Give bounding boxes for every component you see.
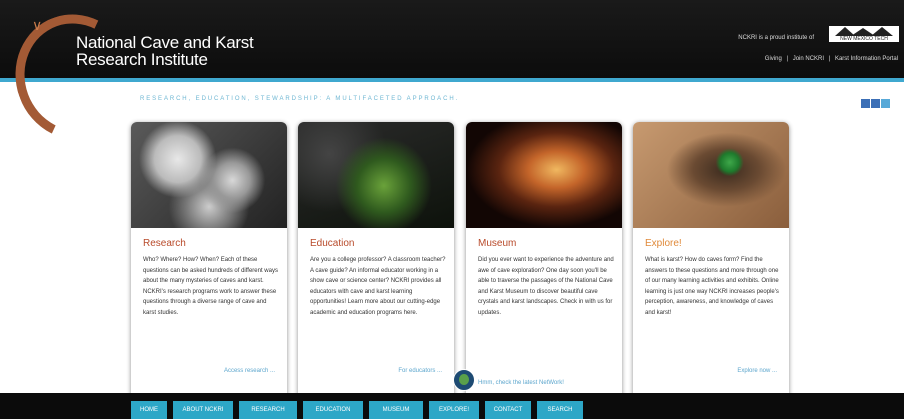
linkedin-icon[interactable]	[871, 99, 880, 108]
nav-about[interactable]: ABOUT NCKRI	[173, 401, 233, 419]
tagline: RESEARCH, EDUCATION, STEWARDSHIP: A MULT…	[140, 96, 460, 102]
join-nckri-link[interactable]: Join NCKRI	[793, 56, 824, 62]
site-title-line2: Research Institute	[76, 50, 208, 69]
link-separator: |	[828, 56, 831, 62]
museum-more-link[interactable]: Hmm, check the latest NetWork!	[478, 380, 564, 386]
card-more-link[interactable]: Explore now ...	[737, 368, 777, 374]
card-text: Are you a college professor? A classroom…	[310, 257, 446, 316]
partner-text: NCKRI is a proud institute of	[738, 35, 814, 41]
nckri-logo-mark-icon: ∨	[32, 18, 43, 34]
nav-museum[interactable]: MUSEUM	[369, 401, 423, 419]
nav-search[interactable]: SEARCH	[537, 401, 583, 419]
nav-explore[interactable]: EXPLORE!	[429, 401, 479, 419]
site-title-line1: National Cave and Karst	[76, 33, 254, 52]
research-photo[interactable]	[131, 122, 287, 228]
nav-contact[interactable]: CONTACT	[485, 401, 531, 419]
giving-link[interactable]: Giving	[765, 56, 782, 62]
link-separator: |	[786, 56, 789, 62]
card-title[interactable]: Education	[310, 238, 354, 249]
museum-photo[interactable]	[466, 122, 622, 228]
card-text: Did you ever want to experience the adve…	[478, 257, 614, 316]
header-accent-line	[0, 78, 904, 82]
card-more-link[interactable]: For educators ...	[398, 368, 442, 374]
top-links: Giving | Join NCKRI | Karst Information …	[762, 56, 898, 62]
mountain-icon	[871, 27, 893, 36]
facebook-icon[interactable]	[861, 99, 870, 108]
new-mexico-tech-logo[interactable]: NEW MEXICO TECH	[829, 26, 899, 42]
card-text: Who? Where? How? When? Each of these que…	[143, 257, 278, 316]
nav-home[interactable]: HOME	[131, 401, 167, 419]
nav-education[interactable]: EDUCATION	[303, 401, 363, 419]
twitter-icon[interactable]	[881, 99, 890, 108]
card-more-link[interactable]: Access research ...	[224, 368, 275, 374]
card-research: Research Who? Where? How? When? Each of …	[131, 122, 287, 412]
card-title[interactable]: Research	[143, 238, 186, 249]
site-logo-title[interactable]: National Cave and Karst Research Institu…	[76, 33, 254, 69]
education-photo[interactable]	[298, 122, 454, 228]
card-education: Education Are you a college professor? A…	[298, 122, 454, 412]
card-text: What is karst? How do caves form? Find t…	[645, 257, 779, 316]
social-links	[860, 95, 890, 113]
card-museum: Museum Did you ever want to experience t…	[466, 122, 622, 412]
card-title[interactable]: Museum	[478, 238, 516, 249]
card-explore: Explore! What is karst? How do caves for…	[633, 122, 789, 412]
nav-research[interactable]: RESEARCH	[239, 401, 297, 419]
globe-icon[interactable]	[453, 369, 475, 391]
partner-logo-text: NEW MEXICO TECH	[840, 36, 888, 42]
explore-photo[interactable]	[633, 122, 789, 228]
karst-information-portal-link[interactable]: Karst Information Portal	[835, 56, 898, 62]
card-title[interactable]: Explore!	[645, 238, 682, 249]
